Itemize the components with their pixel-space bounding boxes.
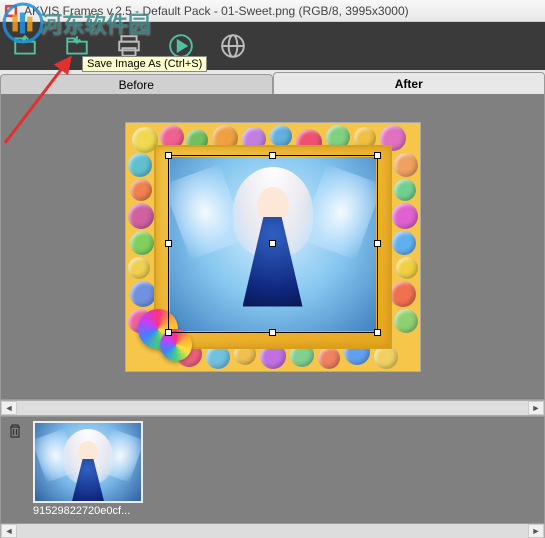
open-button[interactable] — [8, 29, 42, 63]
resize-handle-ml[interactable] — [165, 240, 172, 247]
scroll-left-button[interactable]: ◄ — [1, 401, 17, 415]
resize-handle-tm[interactable] — [269, 152, 276, 159]
framed-image-preview — [125, 122, 421, 372]
resize-handle-bm[interactable] — [269, 329, 276, 336]
web-button[interactable] — [216, 29, 250, 63]
strip-controls — [5, 421, 25, 519]
thumb-scroll-right[interactable]: ► — [528, 524, 544, 538]
canvas-viewport[interactable] — [0, 94, 545, 400]
selection-box[interactable] — [168, 155, 378, 333]
thumbnail-label: 91529822720e0cf... — [33, 505, 143, 517]
resize-handle-br[interactable] — [374, 329, 381, 336]
thumb-hscrollbar[interactable]: ◄ ► — [0, 524, 545, 538]
resize-handle-tl[interactable] — [165, 152, 172, 159]
folder-open-icon — [12, 33, 38, 59]
scroll-right-button[interactable]: ► — [528, 401, 544, 415]
thumbnail-image — [33, 421, 143, 503]
resize-handle-bl[interactable] — [165, 329, 172, 336]
globe-icon — [220, 33, 246, 59]
tab-after[interactable]: After — [273, 72, 545, 94]
before-after-tabs: Before After — [0, 70, 545, 94]
rotate-handle[interactable] — [269, 240, 276, 247]
trash-icon[interactable] — [7, 423, 23, 439]
canvas-hscrollbar[interactable]: ◄ ► — [0, 400, 545, 416]
frames-app-icon — [4, 4, 18, 18]
thumb-scroll-left[interactable]: ◄ — [1, 524, 17, 538]
thumbnail-strip: 91529822720e0cf... — [0, 416, 545, 524]
save-tooltip: Save Image As (Ctrl+S) — [82, 56, 207, 72]
thumbnail-item[interactable]: 91529822720e0cf... — [33, 421, 153, 519]
resize-handle-mr[interactable] — [374, 240, 381, 247]
tab-before[interactable]: Before — [0, 74, 273, 94]
scroll-track[interactable] — [17, 401, 528, 415]
window-titlebar: AKVIS Frames v.2.5 - Default Pack - 01-S… — [0, 0, 545, 22]
thumb-scroll-track[interactable] — [17, 524, 528, 538]
window-title: AKVIS Frames v.2.5 - Default Pack - 01-S… — [24, 4, 409, 18]
resize-handle-tr[interactable] — [374, 152, 381, 159]
